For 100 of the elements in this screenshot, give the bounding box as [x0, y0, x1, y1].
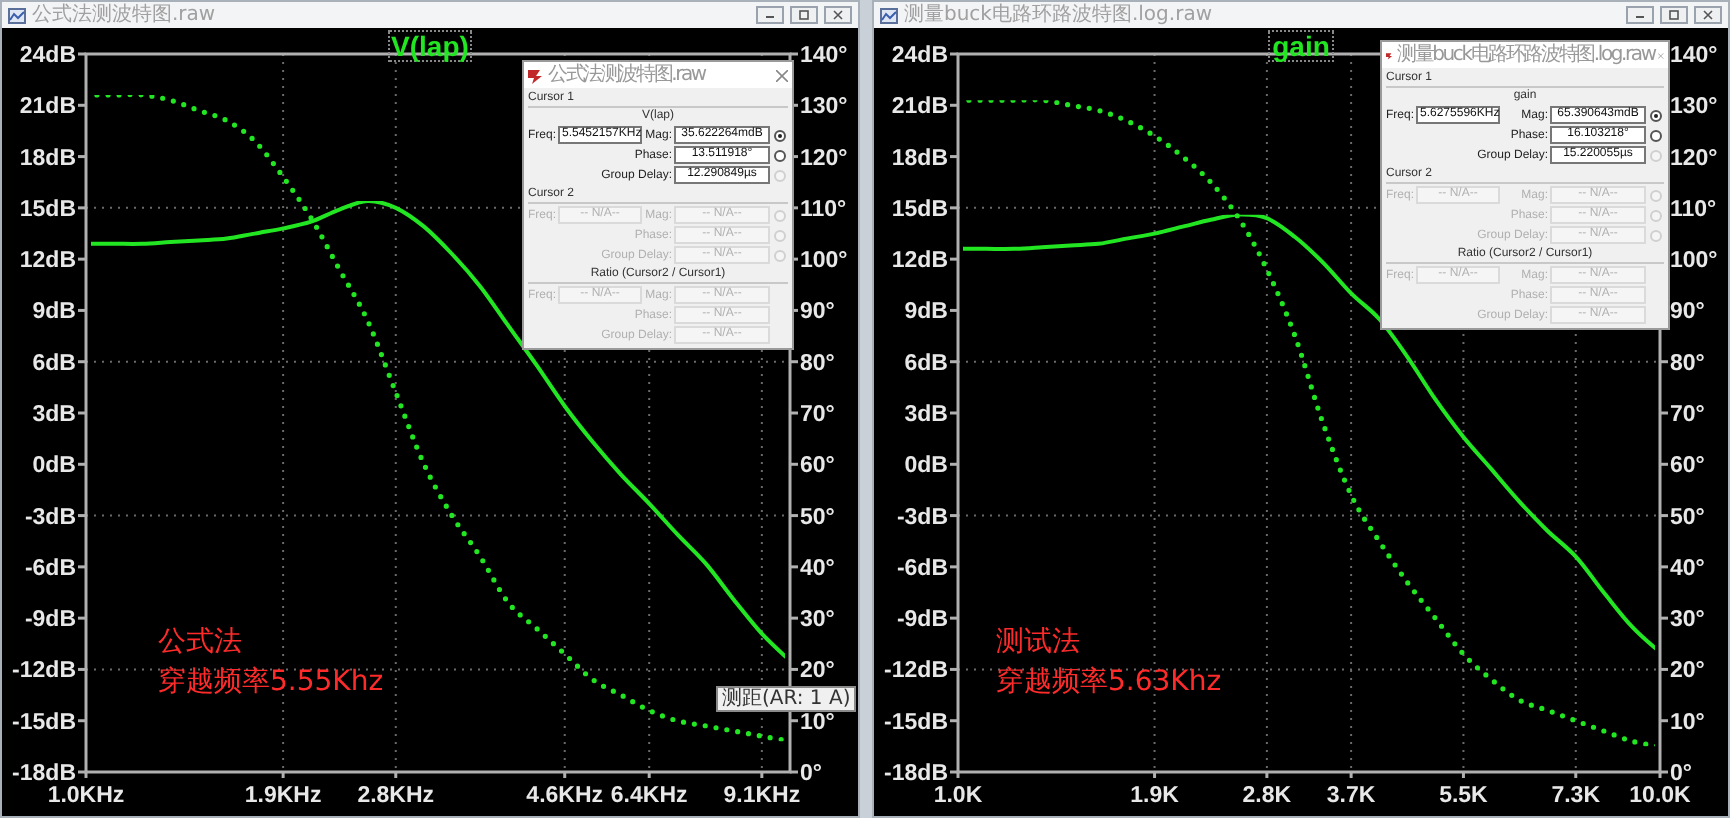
axis-label: 60°: [800, 454, 835, 479]
axis-label: 1.9K: [1130, 784, 1179, 808]
window-title: 测量buck电路环路波特图.log.raw: [904, 4, 1214, 26]
axis-label: 9.1KHz: [723, 784, 801, 808]
axis-label: -18dB: [12, 762, 76, 786]
axis-label: -12dB: [884, 659, 948, 684]
axis-label: 10°: [1670, 710, 1705, 735]
axis-label: 1.0KHz: [47, 784, 125, 808]
radio-button[interactable]: [774, 129, 786, 141]
axis-label: -9dB: [896, 608, 948, 633]
axis-label: 2.8KHz: [357, 784, 435, 808]
axis-label: 80°: [1670, 351, 1705, 376]
axis-label: 12dB: [891, 249, 948, 274]
axis-label: 10°: [800, 710, 835, 735]
axis-label: 18dB: [19, 146, 76, 171]
app-icon: [880, 7, 898, 23]
axis-label: 80°: [800, 351, 835, 376]
minimize-icon: [1634, 10, 1646, 20]
axis-label: 7.3K: [1551, 784, 1601, 808]
axis-label: 5.5K: [1439, 784, 1488, 808]
annotation-text: 公式法: [158, 626, 244, 660]
axis-label: -3dB: [896, 505, 948, 530]
annotation-text: 测试法: [996, 626, 1082, 660]
axis-label: 0°: [800, 762, 822, 786]
axis-label: 21dB: [891, 95, 948, 120]
axis-label: 21dB: [19, 95, 76, 120]
axis-label: -15dB: [12, 710, 76, 735]
axis-label: 90°: [800, 300, 835, 325]
axis-label: 18dB: [891, 146, 948, 171]
axis-label: 24dB: [19, 44, 76, 68]
minimize-button[interactable]: [1626, 6, 1654, 24]
axis-label: 9dB: [904, 300, 948, 325]
axis-label: 130°: [1670, 95, 1718, 120]
axis-label: 30°: [800, 608, 835, 633]
app-icon: [528, 67, 544, 83]
close-button[interactable]: [824, 6, 852, 24]
axis-label: 3dB: [32, 403, 76, 427]
axis-label: 12dB: [19, 249, 76, 274]
axis-label: 120°: [1670, 146, 1718, 171]
axis-label: 6.4KHz: [610, 784, 688, 808]
axis-label: 2.8K: [1242, 784, 1292, 808]
axis-label: 15dB: [891, 197, 948, 222]
axis-label: 40°: [800, 556, 835, 581]
minimize-icon: [764, 10, 776, 20]
axis-label: 110°: [800, 197, 847, 222]
axis-label: 0dB: [904, 454, 948, 479]
dialog-title: 公式法测波特图.raw: [548, 64, 708, 86]
axis-label: 24dB: [891, 44, 948, 68]
axis-label: 1.0K: [933, 784, 983, 808]
axis-label: 4.6KHz: [526, 784, 604, 808]
axis-label: -6dB: [24, 556, 76, 581]
maximize-button[interactable]: [790, 6, 818, 24]
axis-label: 0dB: [32, 454, 76, 479]
axis-label: -18dB: [884, 762, 948, 786]
axis-label: 140°: [1670, 44, 1718, 68]
axis-label: 100°: [1670, 249, 1718, 274]
dialog-title: 测量buck电路环路波特图.log.raw: [1397, 44, 1655, 66]
axis-label: 50°: [1670, 505, 1705, 530]
axis-label: 40°: [1670, 556, 1705, 581]
close-icon[interactable]: [776, 69, 788, 81]
axis-label: 20°: [1670, 659, 1705, 684]
app-icon: [8, 7, 26, 23]
axis-label: -3dB: [24, 505, 76, 530]
axis-label: 70°: [800, 403, 835, 427]
axis-label: -6dB: [896, 556, 948, 581]
axis-label: 120°: [800, 146, 848, 171]
maximize-icon: [798, 10, 810, 20]
axis-label: -15dB: [884, 710, 948, 735]
axis-label: 10.0K: [1629, 784, 1691, 808]
axis-label: 130°: [800, 95, 848, 120]
axis-label: 140°: [800, 44, 848, 68]
axis-label: 9dB: [32, 300, 76, 325]
axis-label: -12dB: [12, 659, 76, 684]
window-title: 公式法测波特图.raw: [32, 4, 218, 26]
axis-label: 30°: [1670, 608, 1705, 633]
axis-label: 100°: [800, 249, 848, 274]
axis-label: 60°: [1670, 454, 1705, 479]
annotation-text: 穿越频率5.63Khz: [996, 666, 1222, 700]
axis-label: 0°: [1670, 762, 1692, 786]
close-icon: [1702, 10, 1714, 20]
axis-label: 6dB: [32, 351, 76, 376]
axis-label: 110°: [1670, 197, 1717, 222]
axis-label: -9dB: [24, 608, 76, 633]
axis-label: 50°: [800, 505, 835, 530]
axis-label: 1.9KHz: [244, 784, 322, 808]
close-button[interactable]: [1694, 6, 1722, 24]
axis-label: 6dB: [904, 351, 948, 376]
minimize-button[interactable]: [756, 6, 784, 24]
app-icon: [1386, 47, 1394, 63]
close-icon: [832, 10, 844, 20]
radio-button[interactable]: [774, 149, 786, 161]
axis-label: 3dB: [904, 403, 948, 427]
radio-button[interactable]: [1650, 129, 1662, 141]
axis-label: 70°: [1670, 403, 1705, 427]
tooltip: 测距(AR: 1 A): [716, 686, 857, 712]
maximize-button[interactable]: [1660, 6, 1688, 24]
axis-label: 3.7K: [1326, 784, 1376, 808]
radio-button[interactable]: [1650, 109, 1662, 121]
axis-label: 90°: [1670, 300, 1705, 325]
axis-label: 15dB: [19, 197, 76, 222]
